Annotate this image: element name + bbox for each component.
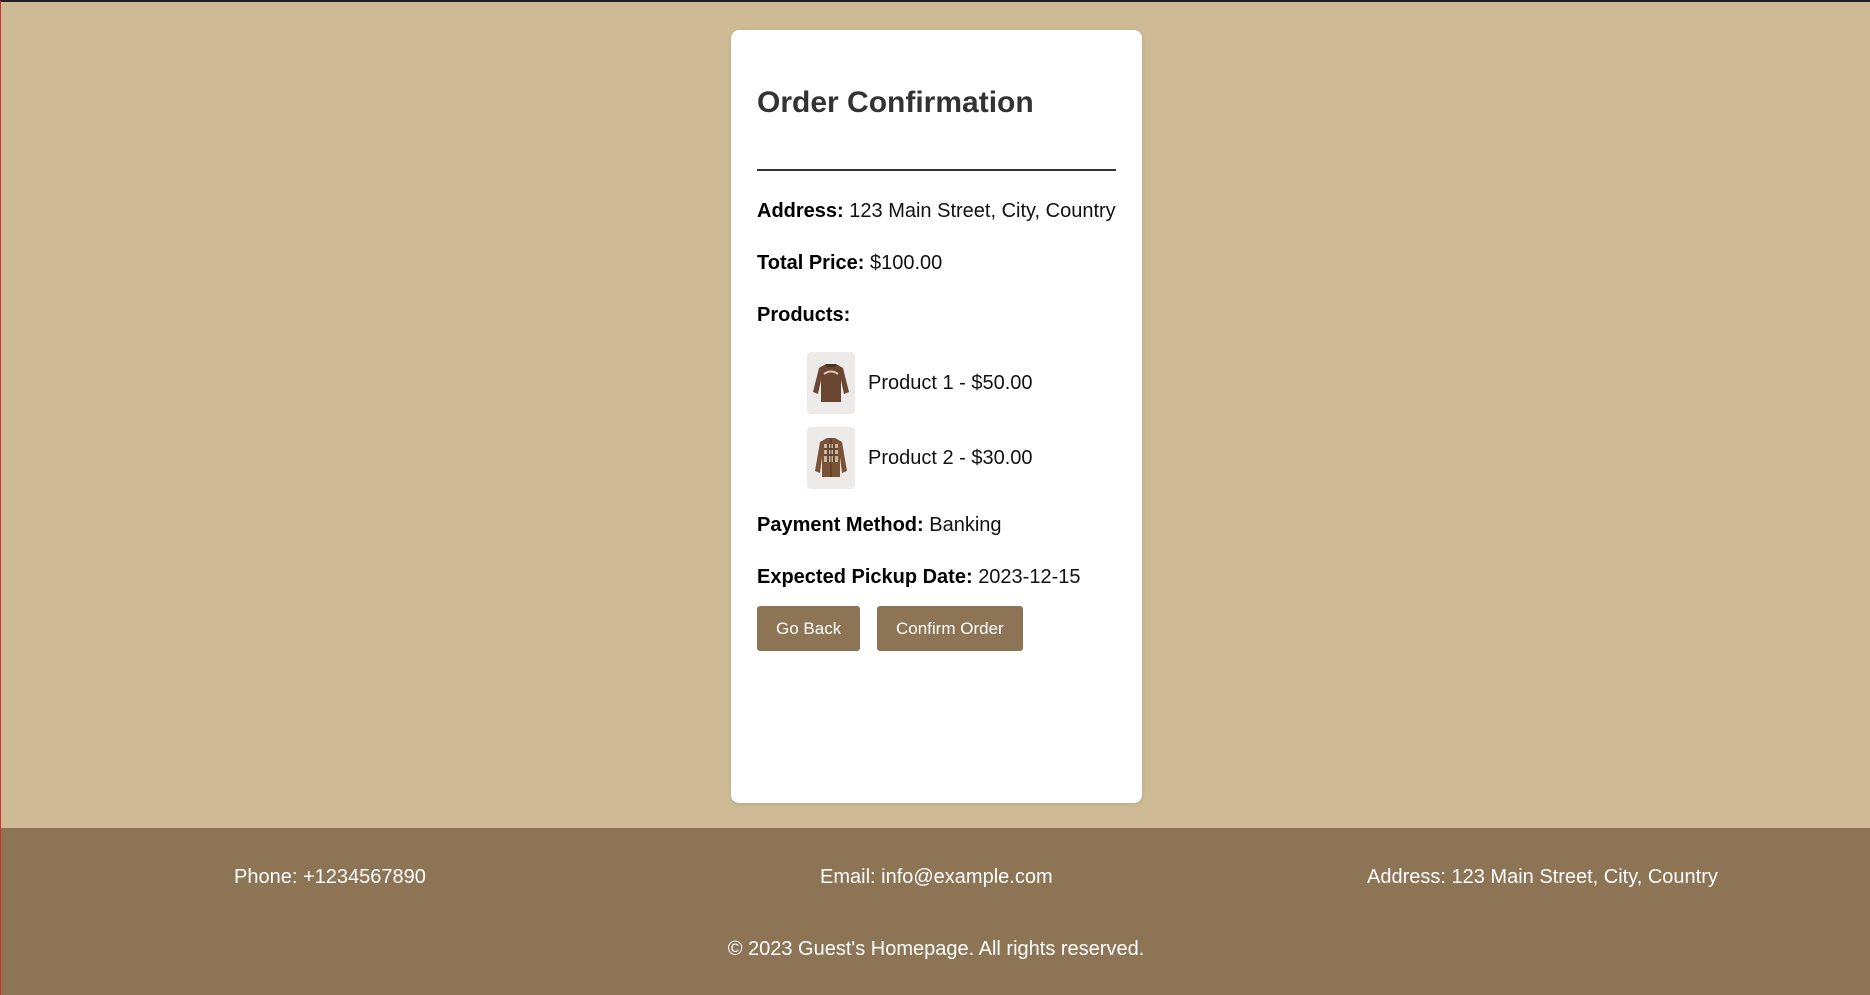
pickup-date-label: Expected Pickup Date:	[757, 566, 973, 588]
total-price-value: $100.00	[870, 252, 943, 274]
product-item: Product 2 - $30.00	[807, 427, 1033, 489]
page-main: Order Confirmation Address: 123 Main Str…	[1, 2, 1870, 828]
total-price-row: Total Price: $100.00	[757, 252, 942, 275]
payment-method-value: Banking	[929, 514, 1002, 536]
payment-method-row: Payment Method: Banking	[757, 514, 1002, 537]
site-footer: Phone: +1234567890 Email: info@example.c…	[1, 828, 1870, 995]
address-row: Address: 123 Main Street, City, Country	[757, 200, 1116, 223]
product-label: Product 2 - $30.00	[868, 446, 1033, 469]
footer-phone: Phone: +1234567890	[234, 866, 426, 888]
product-label: Product 1 - $50.00	[868, 371, 1033, 394]
footer-copyright: © 2023 Guest's Homepage. All rights rese…	[727, 938, 1145, 960]
page-title: Order Confirmation	[757, 86, 1034, 119]
pickup-date-row: Expected Pickup Date: 2023-12-15	[757, 566, 1081, 589]
order-confirmation-card: Order Confirmation Address: 123 Main Str…	[731, 30, 1142, 803]
product-item: Product 1 - $50.00	[807, 352, 1033, 414]
total-price-label: Total Price:	[757, 252, 865, 274]
confirm-order-button[interactable]: Confirm Order	[877, 606, 1023, 651]
title-divider	[757, 169, 1116, 171]
pickup-date-value: 2023-12-15	[978, 566, 1081, 588]
products-label: Products:	[757, 304, 851, 326]
payment-method-label: Payment Method:	[757, 514, 924, 536]
footer-address: Address: 123 Main Street, City, Country	[1367, 866, 1718, 888]
sweater-thumbnail-icon	[807, 352, 855, 414]
products-row: Products:	[757, 304, 850, 327]
address-label: Address:	[757, 200, 844, 222]
plaid-jacket-thumbnail-icon	[807, 427, 855, 489]
go-back-button[interactable]: Go Back	[757, 606, 861, 651]
address-value: 123 Main Street, City, Country	[849, 200, 1116, 222]
footer-email: Email: info@example.com	[820, 866, 1053, 888]
